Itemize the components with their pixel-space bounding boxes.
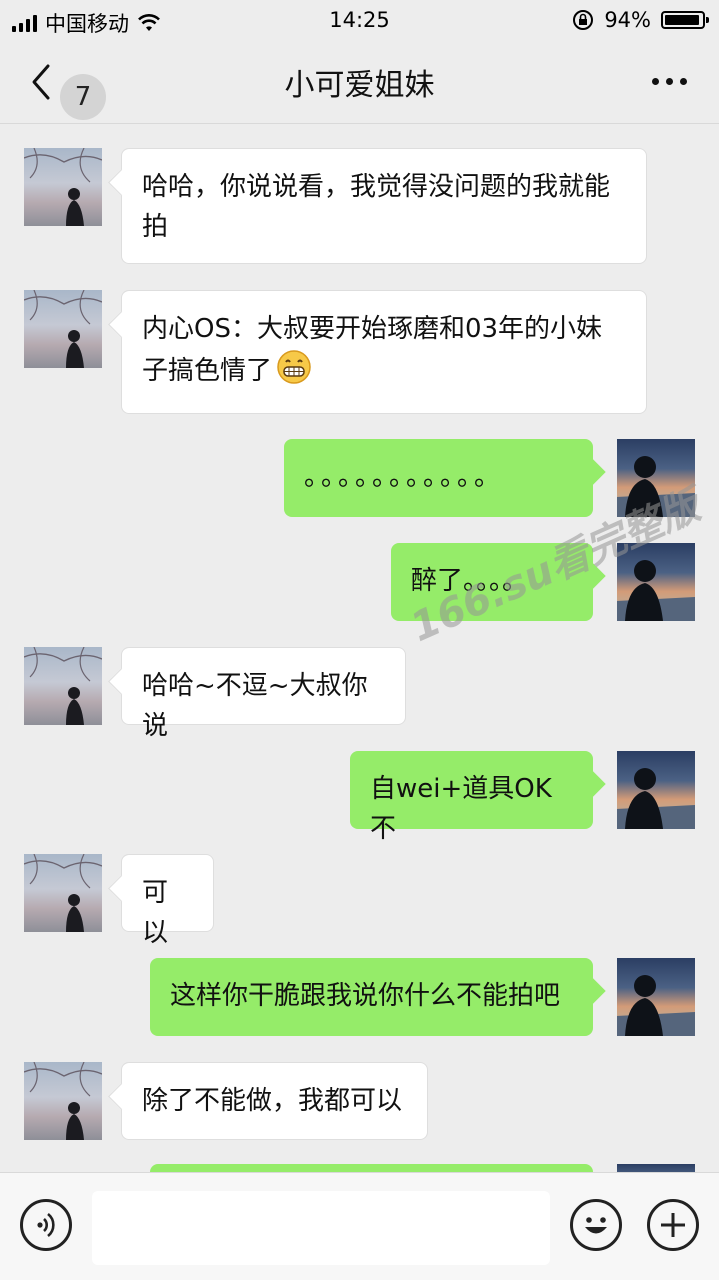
contact-avatar[interactable] xyxy=(24,647,102,725)
message-bubble-incoming[interactable]: 除了不能做，我都可以 xyxy=(121,1062,428,1140)
battery-percent: 94% xyxy=(604,8,651,32)
message-bubble-incoming[interactable]: 哈哈~不逗~大叔你说 xyxy=(121,647,406,741)
message-text: 哈哈，你说说看，我觉得没问题的我就能拍 xyxy=(142,172,611,242)
status-bar: 中国移动 14:25 94% xyxy=(0,0,719,40)
message-bubble-outgoing[interactable]: 这样你干脆跟我说你什么不能拍吧 xyxy=(150,958,593,1036)
message-bubble-incoming[interactable]: 内心OS：大叔要开始琢磨和03年的小妹子搞色情了 xyxy=(121,290,647,414)
battery-fill xyxy=(665,15,699,25)
emoji-icon[interactable] xyxy=(570,1199,622,1251)
more-options-icon[interactable] xyxy=(652,78,687,85)
status-right: 94% xyxy=(572,8,709,32)
input-bar xyxy=(0,1172,719,1280)
contact-avatar[interactable] xyxy=(24,854,102,932)
message-text: 可以 xyxy=(142,878,169,948)
message-bubble-incoming[interactable]: 哈哈，你说说看，我觉得没问题的我就能拍 xyxy=(121,148,647,264)
my-avatar[interactable] xyxy=(617,958,695,1036)
rotation-lock-icon xyxy=(573,10,594,30)
chat-header: 7 小可爱姐妹 xyxy=(0,40,719,124)
battery-icon xyxy=(661,11,709,29)
message-text: 自wei+道具OK不 xyxy=(370,774,552,844)
message-text: 哈哈~不逗~大叔你说 xyxy=(142,671,368,741)
voice-icon[interactable] xyxy=(20,1199,72,1251)
message-bubble-incoming[interactable]: 可以 xyxy=(121,854,214,948)
message-bubble-outgoing[interactable]: 自wei+道具OK不 xyxy=(350,751,593,844)
contact-avatar[interactable] xyxy=(24,290,102,368)
grinning-face-icon xyxy=(277,350,311,384)
my-avatar[interactable] xyxy=(617,751,695,829)
message-input[interactable] xyxy=(92,1191,550,1265)
message-text: 这样你干脆跟我说你什么不能拍吧 xyxy=(170,981,561,1011)
message-text: 除了不能做，我都可以 xyxy=(142,1086,403,1116)
message-text: 。。。。。。。。。。。 xyxy=(304,462,505,492)
contact-avatar[interactable] xyxy=(24,1062,102,1140)
message-bubble-outgoing[interactable]: 。。。。。。。。。。。 xyxy=(284,439,593,517)
chat-title: 小可爱姐妹 xyxy=(284,68,435,103)
contact-avatar[interactable] xyxy=(24,148,102,226)
message-text: 内心OS：大叔要开始琢磨和03年的小妹子搞色情了 xyxy=(142,314,603,386)
plus-icon[interactable] xyxy=(647,1199,699,1251)
